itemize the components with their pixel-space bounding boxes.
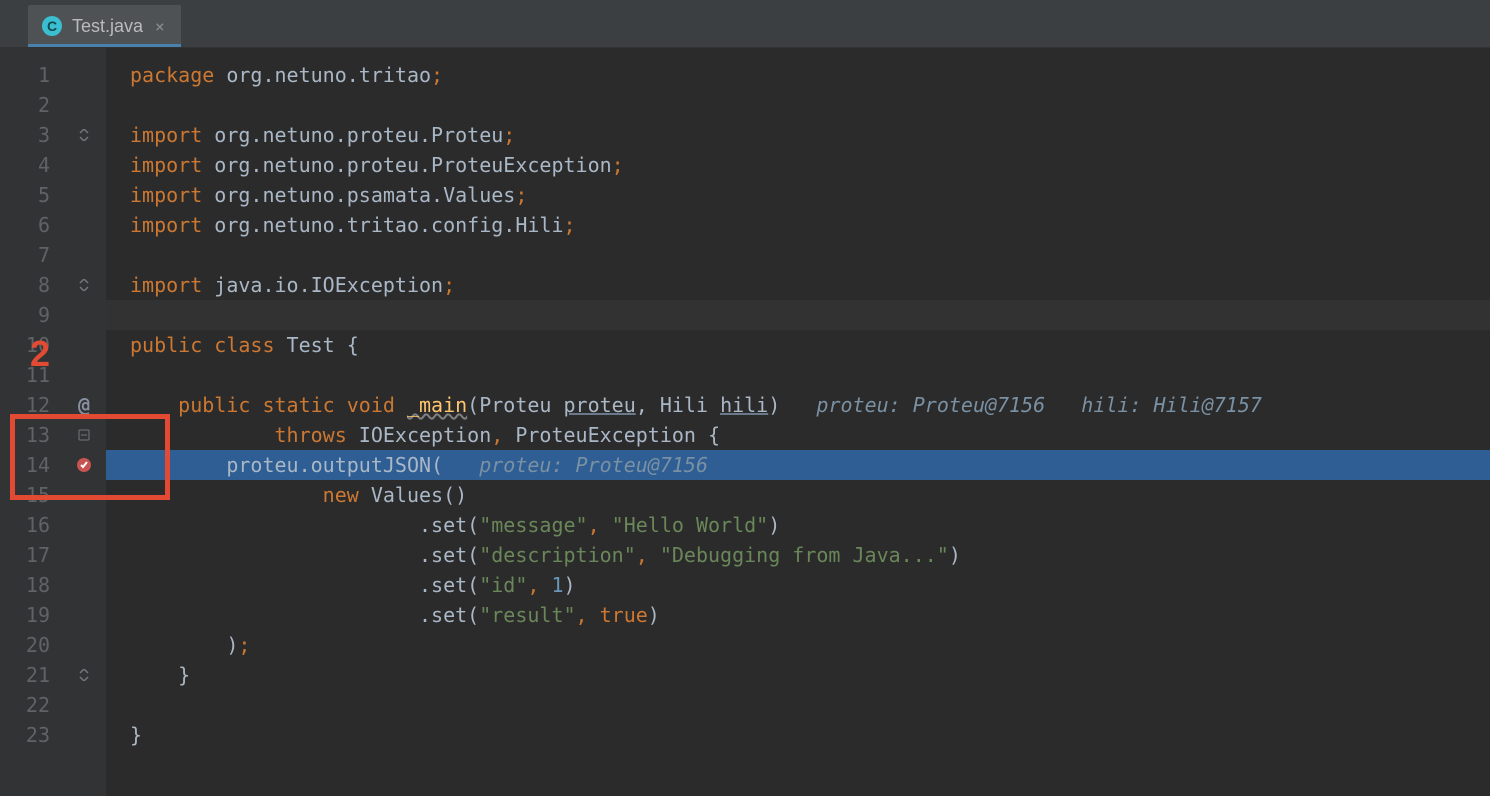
line-number[interactable]: 1 [0, 60, 62, 90]
code-line[interactable]: .set("result", true) [106, 600, 1490, 630]
line-number[interactable]: 16 [0, 510, 62, 540]
code-line[interactable]: import java.io.IOException; [106, 270, 1490, 300]
line-number[interactable]: 2 [0, 90, 62, 120]
code-line[interactable] [106, 690, 1490, 720]
line-number[interactable]: 23 [0, 720, 62, 750]
line-number[interactable]: 7 [0, 240, 62, 270]
file-type-icon: C [42, 16, 62, 36]
line-number[interactable]: 20 [0, 630, 62, 660]
line-number[interactable]: 19 [0, 600, 62, 630]
inline-hint: proteu: Proteu@7156 hili: Hili@7157 [780, 393, 1262, 417]
line-number[interactable]: 6 [0, 210, 62, 240]
code-line[interactable]: .set("id", 1) [106, 570, 1490, 600]
code-line[interactable]: import org.netuno.proteu.ProteuException… [106, 150, 1490, 180]
override-icon[interactable]: @ [78, 393, 90, 417]
fold-icon[interactable] [77, 128, 91, 142]
code-line[interactable] [106, 300, 1490, 330]
line-number[interactable]: 17 [0, 540, 62, 570]
file-tab[interactable]: C Test.java × [28, 5, 181, 47]
code-line[interactable]: import org.netuno.tritao.config.Hili; [106, 210, 1490, 240]
code-line[interactable]: import org.netuno.psamata.Values; [106, 180, 1490, 210]
fold-icon[interactable] [77, 668, 91, 682]
code-line[interactable]: package org.netuno.tritao; [106, 60, 1490, 90]
line-number[interactable]: 15 [0, 480, 62, 510]
line-number[interactable]: 12 [0, 390, 62, 420]
code-line[interactable]: .set("description", "Debugging from Java… [106, 540, 1490, 570]
code-line[interactable]: .set("message", "Hello World") [106, 510, 1490, 540]
marker-gutter[interactable]: @ [62, 48, 106, 796]
line-number[interactable]: 10 [0, 330, 62, 360]
line-number[interactable]: 11 [0, 360, 62, 390]
code-line[interactable]: public class Test { [106, 330, 1490, 360]
line-number-gutter[interactable]: 1 2 3 4 5 6 7 8 9 10 11 12 13 14 15 16 1… [0, 48, 62, 796]
close-icon[interactable]: × [153, 17, 167, 36]
line-number[interactable]: 3 [0, 120, 62, 150]
tab-filename: Test.java [72, 16, 143, 37]
code-line[interactable]: import org.netuno.proteu.Proteu; [106, 120, 1490, 150]
line-number[interactable]: 18 [0, 570, 62, 600]
fold-icon[interactable] [77, 278, 91, 292]
line-number[interactable]: 21 [0, 660, 62, 690]
line-number[interactable]: 4 [0, 150, 62, 180]
code-area: 1 2 3 4 5 6 7 8 9 10 11 12 13 14 15 16 1… [0, 48, 1490, 796]
execution-line[interactable]: proteu.outputJSON( proteu: Proteu@7156 [106, 450, 1490, 480]
code-line[interactable]: } [106, 660, 1490, 690]
line-number[interactable]: 22 [0, 690, 62, 720]
code-line[interactable] [106, 360, 1490, 390]
code-line[interactable]: new Values() [106, 480, 1490, 510]
code-line[interactable]: throws IOException, ProteuException { [106, 420, 1490, 450]
fold-icon[interactable] [77, 428, 91, 442]
code-text-area[interactable]: package org.netuno.tritao; import org.ne… [106, 48, 1490, 796]
line-number[interactable]: 14 [0, 450, 62, 480]
code-line[interactable]: ); [106, 630, 1490, 660]
breakpoint-icon[interactable] [76, 457, 92, 473]
line-number[interactable]: 9 [0, 300, 62, 330]
line-number[interactable]: 13 [0, 420, 62, 450]
code-line[interactable]: public static void _main(Proteu proteu, … [106, 390, 1490, 420]
code-line[interactable]: } [106, 720, 1490, 750]
tab-bar: C Test.java × [0, 0, 1490, 48]
code-line[interactable] [106, 90, 1490, 120]
editor-shell: C Test.java × 1 2 3 4 5 6 7 8 9 10 11 12… [0, 0, 1490, 796]
code-line[interactable] [106, 240, 1490, 270]
line-number[interactable]: 5 [0, 180, 62, 210]
line-number[interactable]: 8 [0, 270, 62, 300]
inline-hint: proteu: Proteu@7156 [443, 453, 708, 477]
